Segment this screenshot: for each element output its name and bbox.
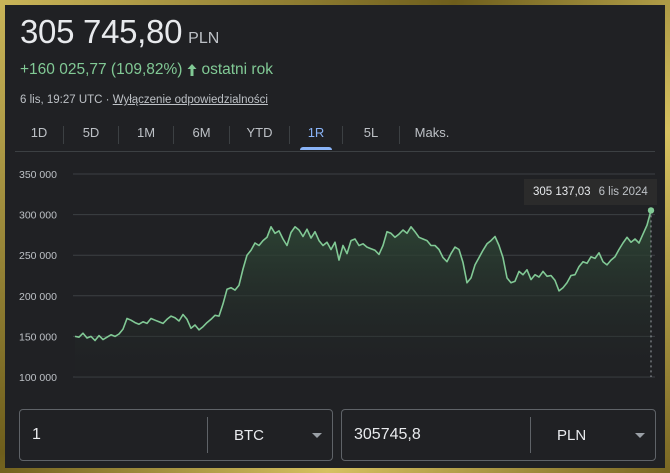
hover-tooltip: 305 137,03 6 lis 2024 [524,179,657,205]
price-currency: PLN [188,30,220,47]
tabs-underline [15,151,655,152]
tab-5d[interactable]: 5D [64,119,118,149]
converter-from: BTC [19,409,333,461]
price-row: 305 745,80 PLN [20,13,219,51]
y-tick-label: 350 000 [19,169,57,181]
tooltip-value: 305 137,03 [533,186,591,198]
y-axis-ticks: 350 000 300 000 250 000 200 000 150 000 100 0… [19,169,57,384]
tab-6m[interactable]: 6M [174,119,229,149]
hover-point [647,207,655,214]
tab-ytd[interactable]: YTD [230,119,289,149]
timestamp-row: 6 lis, 19:27 UTC · Wyłączenie odpowiedzi… [20,94,268,106]
to-amount-input[interactable] [342,410,530,460]
to-unit-label: PLN [557,426,587,444]
timestamp: 6 lis, 19:27 UTC [20,94,103,106]
y-tick-label: 250 000 [19,250,57,262]
tab-max[interactable]: Maks. [400,119,464,149]
y-tick-label: 300 000 [19,210,57,222]
tab-1m[interactable]: 1M [119,119,173,149]
range-tabs: 1D 5D 1M 6M YTD 1R 5L Maks. [15,119,464,149]
arrow-up-icon [187,64,197,76]
y-tick-label: 200 000 [19,291,57,303]
price-change: +160 025,77 (109,82%) ostatni rok [20,61,273,79]
tab-5l[interactable]: 5L [343,119,399,149]
tab-1r[interactable]: 1R [290,119,342,149]
price-area [75,210,651,377]
tab-1d[interactable]: 1D [15,119,63,149]
from-amount-input[interactable] [20,410,207,460]
tooltip-date: 6 lis 2024 [598,186,648,198]
disclaimer-link[interactable]: Wyłączenie odpowiedzialności [113,94,268,106]
converter-to: PLN [341,409,656,461]
app-frame: 305 745,80 PLN +160 025,77 (109,82%) ost… [0,0,670,473]
caret-down-icon [312,432,322,438]
current-price: 305 745,80 [20,13,183,50]
from-unit-select[interactable]: BTC [208,410,332,460]
from-unit-label: BTC [234,426,264,444]
to-unit-select[interactable]: PLN [531,410,655,460]
change-value: +160 025,77 (109,82%) [20,61,183,78]
change-period: ostatni rok [201,61,273,78]
caret-down-icon [635,432,645,438]
y-tick-label: 150 000 [19,331,57,343]
meta-separator: · [105,94,110,106]
y-tick-label: 100 000 [19,372,57,384]
